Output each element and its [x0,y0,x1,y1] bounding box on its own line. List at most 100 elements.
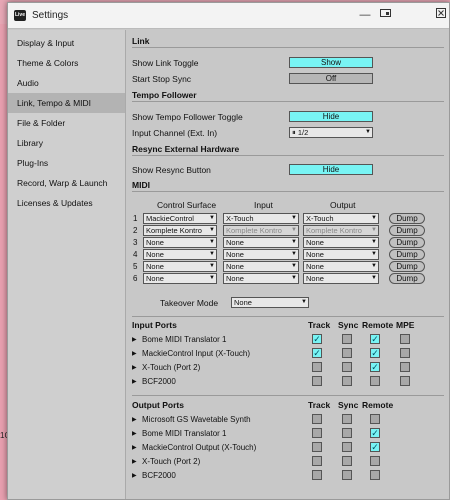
midi-row-number: 4 [133,250,138,259]
expand-triangle-icon[interactable]: ▶ [132,336,137,343]
midi-surface-select[interactable]: None ▼ [143,273,217,284]
remote-checkbox[interactable] [370,414,380,424]
expand-triangle-icon[interactable]: ▶ [132,364,137,371]
track-checkbox[interactable] [312,442,322,452]
chevron-down-icon: ▼ [291,263,297,269]
dump-button[interactable]: Dump [389,273,425,284]
expand-triangle-icon[interactable]: ▶ [132,416,137,423]
takeover-mode-select[interactable]: None ▼ [231,297,309,308]
title-bar: Live Settings — [8,3,449,29]
sync-checkbox[interactable] [342,362,352,372]
track-checkbox[interactable] [312,470,322,480]
show-tempo-follower-button[interactable]: Hide [289,111,373,122]
mpe-checkbox[interactable] [400,376,410,386]
show-resync-button[interactable]: Hide [289,164,373,175]
sync-checkbox[interactable] [342,442,352,452]
midi-input-select[interactable]: None ▼ [223,261,299,272]
remote-checkbox[interactable]: ✓ [370,428,380,438]
midi-output-select[interactable]: Komplete Kontro ▼ [303,225,379,236]
sidebar-item[interactable]: Plug-Ins [8,153,125,173]
remote-checkbox[interactable]: ✓ [370,362,380,372]
track-checkbox[interactable]: ✓ [312,348,322,358]
midi-surface-select[interactable]: None ▼ [143,237,217,248]
remote-checkbox[interactable] [370,376,380,386]
midi-output-select[interactable]: None ▼ [303,261,379,272]
midi-input-select[interactable]: Komplete Kontro ▼ [223,225,299,236]
expand-triangle-icon[interactable]: ▶ [132,444,137,451]
dump-button[interactable]: Dump [389,225,425,236]
sidebar-item[interactable]: Link, Tempo & MIDI [8,93,125,113]
dump-button[interactable]: Dump [389,213,425,224]
expand-triangle-icon[interactable]: ▶ [132,350,137,357]
remote-checkbox[interactable]: ✓ [370,334,380,344]
sync-checkbox[interactable] [342,414,352,424]
mpe-checkbox[interactable] [400,334,410,344]
sidebar-item[interactable]: Record, Warp & Launch [8,173,125,193]
chevron-down-icon: ▼ [209,227,215,233]
midi-surface-select[interactable]: None ▼ [143,261,217,272]
sync-checkbox[interactable] [342,428,352,438]
input-channel-select[interactable]: ⏸ 1/2 ▼ [289,127,373,138]
minimize-icon[interactable]: — [357,7,373,23]
remote-checkbox[interactable]: ✓ [370,442,380,452]
track-checkbox[interactable] [312,376,322,386]
start-stop-sync-button[interactable]: Off [289,73,373,84]
midi-input-select[interactable]: X-Touch ▼ [223,213,299,224]
expand-triangle-icon[interactable]: ▶ [132,378,137,385]
midi-output-select[interactable]: None ▼ [303,249,379,260]
sidebar-item[interactable]: Audio [8,73,125,93]
midi-input-select[interactable]: None ▼ [223,237,299,248]
track-checkbox[interactable] [312,428,322,438]
sidebar-item[interactable]: Library [8,133,125,153]
port-col-remote: Remote [362,400,394,410]
mpe-checkbox[interactable] [400,362,410,372]
mpe-checkbox[interactable] [400,348,410,358]
dump-button[interactable]: Dump [389,261,425,272]
expand-triangle-icon[interactable]: ▶ [132,472,137,479]
settings-content: Link Show Link Toggle Show Start Stop Sy… [127,30,449,499]
sync-checkbox[interactable] [342,470,352,480]
sidebar-item[interactable]: Licenses & Updates [8,193,125,213]
sync-checkbox[interactable] [342,456,352,466]
remote-checkbox[interactable]: ✓ [370,348,380,358]
expand-triangle-icon[interactable]: ▶ [132,458,137,465]
track-checkbox[interactable] [312,414,322,424]
midi-surface-select[interactable]: None ▼ [143,249,217,260]
col-input: Input [254,200,273,210]
sync-checkbox[interactable] [342,376,352,386]
expand-triangle-icon[interactable]: ▶ [132,430,137,437]
dump-button[interactable]: Dump [389,249,425,260]
midi-output-value: None [306,238,324,247]
sync-checkbox[interactable] [342,334,352,344]
chevron-down-icon: ▼ [301,299,307,305]
chevron-down-icon: ▼ [209,239,215,245]
sync-checkbox[interactable] [342,348,352,358]
sidebar-item[interactable]: Display & Input [8,33,125,53]
close-icon[interactable] [433,7,449,23]
midi-input-select[interactable]: None ▼ [223,273,299,284]
midi-output-select[interactable]: X-Touch ▼ [303,213,379,224]
port-col-mpe: MPE [396,320,415,330]
track-checkbox[interactable] [312,456,322,466]
midi-output-select[interactable]: None ▼ [303,237,379,248]
midi-input-select[interactable]: None ▼ [223,249,299,260]
port-name: Bome MIDI Translator 1 [142,429,227,438]
remote-checkbox[interactable] [370,456,380,466]
settings-sidebar: Display & Input Theme & Colors Audio Link, … [8,30,126,499]
remote-checkbox[interactable] [370,470,380,480]
chevron-down-icon: ▼ [371,239,377,245]
screen-icon[interactable] [377,7,393,23]
midi-input-value: None [226,250,244,259]
sidebar-item[interactable]: Theme & Colors [8,53,125,73]
midi-surface-select[interactable]: Komplete Kontro ▼ [143,225,217,236]
show-link-toggle-button[interactable]: Show [289,57,373,68]
track-checkbox[interactable] [312,362,322,372]
midi-output-select[interactable]: None ▼ [303,273,379,284]
section-resync: Resync External Hardware [132,144,444,156]
dump-button[interactable]: Dump [389,237,425,248]
midi-row-number: 5 [133,262,138,271]
sidebar-item[interactable]: File & Folder [8,113,125,133]
port-col-sync: Sync [338,320,359,330]
midi-surface-select[interactable]: MackieControl ▼ [143,213,217,224]
track-checkbox[interactable]: ✓ [312,334,322,344]
